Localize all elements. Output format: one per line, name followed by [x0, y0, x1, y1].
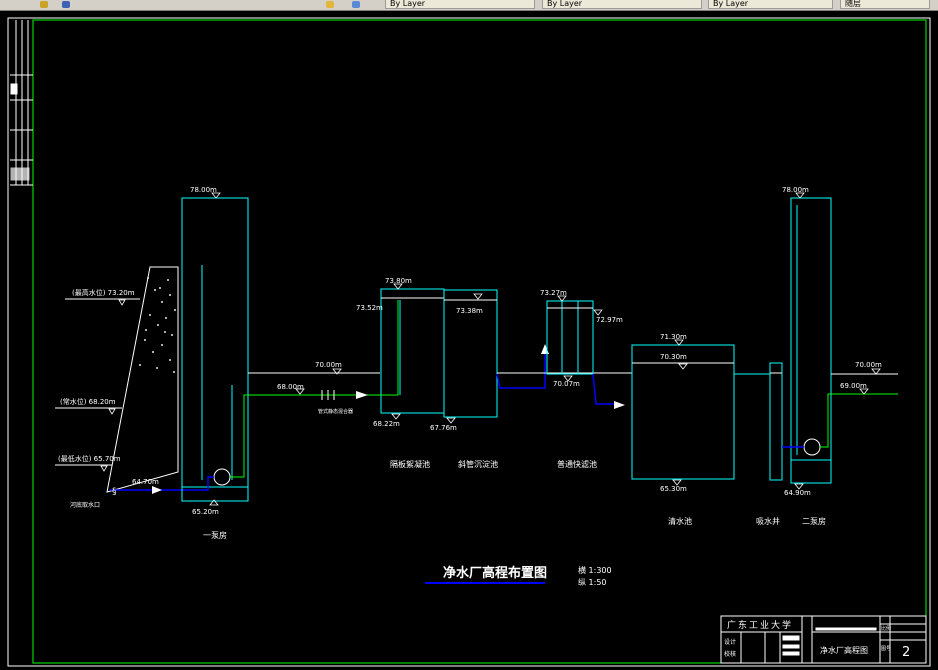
scale-horizontal: 横 1:300 — [578, 565, 612, 575]
cad-drawing-canvas[interactable]: (最高水位) 73.20m (常水位) 68.20m (最低水位) 65.70m… — [0, 10, 938, 670]
flocculation-tank — [380, 288, 445, 414]
label-pump1: 一泵房 — [203, 530, 227, 540]
pump-house-1 — [181, 197, 249, 502]
titleblock-sheet-number: 2 — [902, 645, 910, 660]
elev-clear-water: 70.30m — [660, 353, 687, 361]
elev-floc-bottom: 68.22m — [373, 420, 400, 428]
pump-2-icon — [803, 438, 821, 456]
elev-sed-bottom: 67.76m — [430, 424, 457, 432]
floc-inlet-pipe — [370, 300, 399, 396]
label-filter: 普通快滤池 — [557, 459, 597, 469]
sed-outlet-pipe — [496, 350, 546, 389]
label-pump2: 二泵房 — [802, 516, 826, 526]
river-level-low: (最低水位) 65.70m — [58, 454, 121, 463]
elev-pipe-left: 68.00m — [277, 383, 304, 391]
rising-main — [230, 394, 370, 478]
elev-clear-bottom: 65.30m — [660, 485, 687, 493]
pump-1-icon — [213, 468, 231, 486]
clear-water-tank — [631, 344, 735, 480]
scale-vertical: 纵 1:50 — [578, 578, 607, 587]
save-icon[interactable] — [62, 1, 70, 8]
elevation-markers — [100, 192, 881, 506]
elev-pump2-bottom: 64.90m — [784, 489, 811, 497]
elev-filter-bottom: 70.07m — [553, 380, 580, 388]
river-level-lines — [55, 298, 140, 466]
elev-sed-water: 73.38m — [456, 307, 483, 315]
label-well: 吸水井 — [756, 516, 780, 526]
titleblock-drawing-name: 净水厂高程图 — [820, 645, 868, 655]
elev-intake-water: 64.70m — [132, 478, 159, 486]
folder-icon[interactable] — [40, 1, 48, 8]
elev-ground-right: 70.00m — [855, 361, 882, 369]
layer-icon[interactable] — [326, 1, 334, 8]
elev-pump1-bottom: 65.20m — [192, 508, 219, 516]
plotstyle-dropdown[interactable]: 随层 — [840, 0, 930, 9]
elev-floc-water: 73.52m — [356, 304, 383, 312]
lineweight-dropdown[interactable]: By Layer — [542, 0, 702, 9]
pump-1-pipe — [186, 476, 214, 491]
titleblock-scale-label: 比例 — [881, 625, 891, 632]
clearwell-inlet-arrow — [614, 401, 625, 409]
filter-outlet-pipe — [592, 373, 618, 405]
rapid-filter — [546, 300, 594, 375]
label-static-mixer: 管式静态混合器 — [318, 408, 353, 415]
cube-icon[interactable] — [352, 1, 360, 8]
linetype-dropdown[interactable]: By Layer — [385, 0, 535, 9]
suction-well — [734, 362, 783, 481]
drawing-title: 净水厂高程布置图 — [443, 565, 547, 581]
svg-text:§: § — [112, 487, 117, 497]
elev-ground-left: 70.00m — [315, 361, 342, 369]
color-dropdown[interactable]: By Layer — [708, 0, 833, 9]
binding-strip — [10, 20, 33, 186]
titleblock-school: 广东工业大学 — [727, 619, 793, 631]
label-clear: 清水池 — [668, 516, 692, 526]
pump-2-outlet-pipe — [820, 393, 898, 448]
pump-house-2 — [790, 197, 832, 484]
intake-label: 河底取水口 — [70, 501, 100, 509]
titleblock-design-label: 设计 — [724, 638, 736, 646]
label-floc: 隔板絮凝池 — [390, 459, 430, 469]
filter-inlet-arrow — [541, 344, 549, 354]
elev-filter-water: 72.97m — [596, 316, 623, 324]
river-level-normal: (常水位) 68.20m — [60, 397, 116, 406]
river-level-high: (最高水位) 73.20m — [72, 288, 135, 297]
titleblock-drawing-no-label: 图号 — [881, 646, 891, 652]
titleblock-check-label: 校核 — [724, 650, 736, 658]
label-sed: 斜管沉淀池 — [458, 459, 498, 469]
